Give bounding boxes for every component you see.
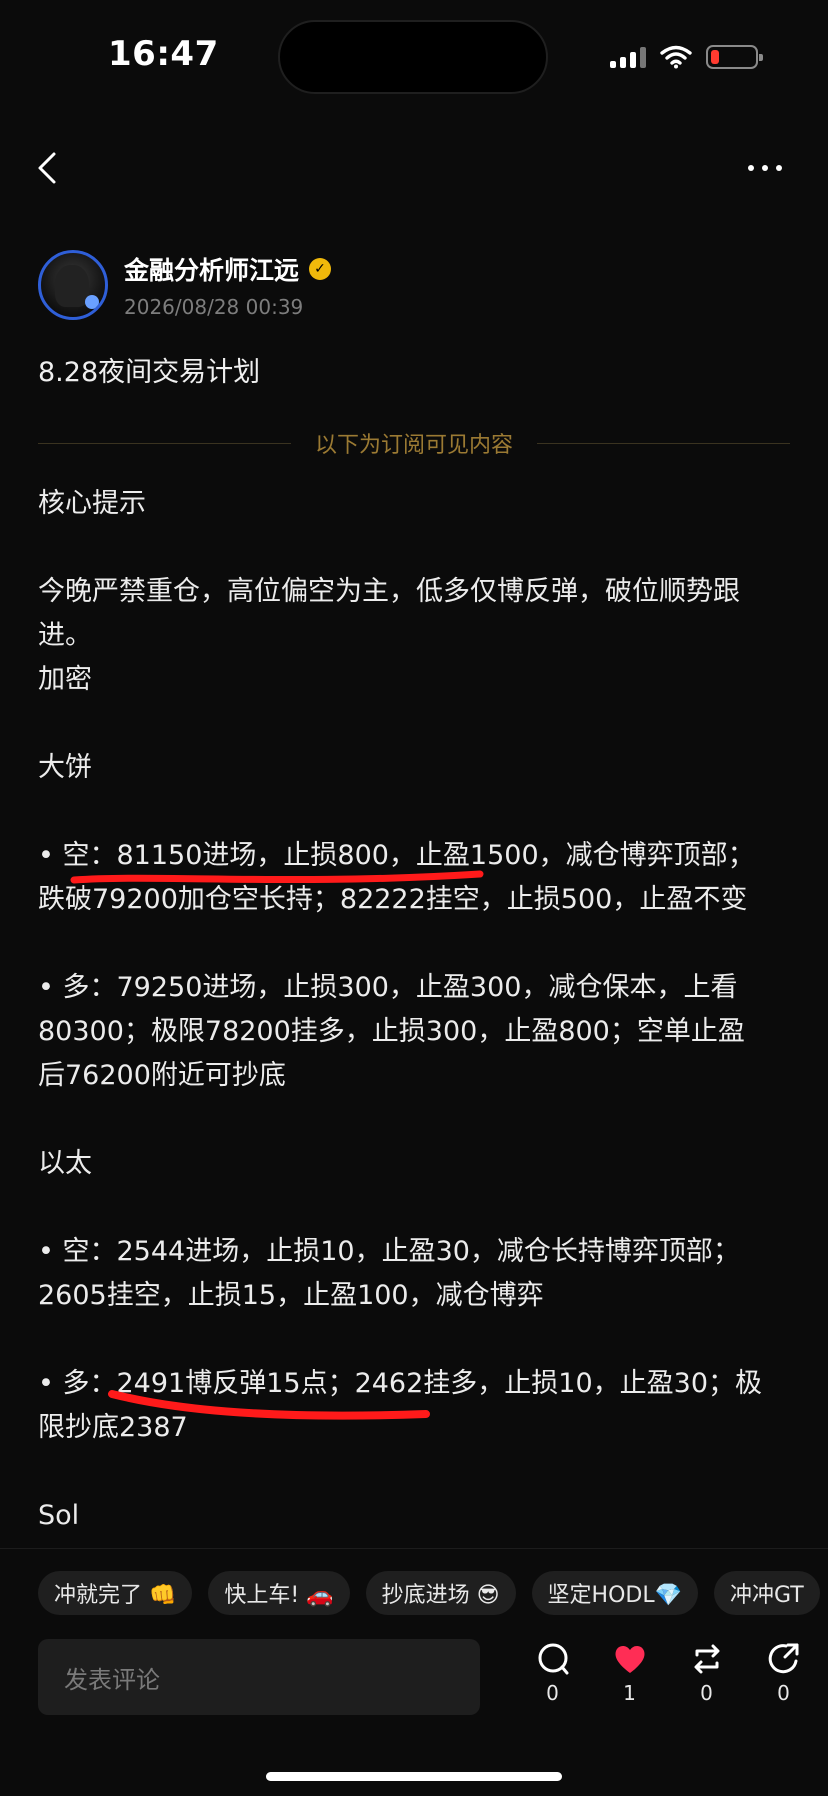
back-button[interactable]: [36, 148, 66, 188]
reaction-chip[interactable]: 冲就完了 👊: [38, 1571, 193, 1615]
repost-button[interactable]: 0: [668, 1641, 745, 1705]
share-button[interactable]: 0: [745, 1641, 822, 1705]
subscriber-divider: 以下为订阅可见内容: [38, 425, 791, 461]
more-dot-icon: [776, 165, 782, 171]
comment-input[interactable]: 发表评论: [38, 1639, 480, 1715]
bottom-bar: 冲就完了 👊 快上车! 🚗 抄底进场 😎 坚定HODL💎 冲冲GT 发表评论 0…: [0, 1548, 828, 1796]
paragraph-line: 进。: [38, 620, 92, 651]
more-dot-icon: [748, 165, 754, 171]
paragraph-line: 今晚严禁重仓，高位偏空为主，低多仅博反弹，破位顺势跟: [38, 576, 740, 607]
status-time: 16:47: [108, 34, 219, 74]
reaction-chip[interactable]: 抄底进场 😎: [365, 1571, 516, 1615]
red-underline-annotation: [108, 1390, 430, 1420]
post-title: 8.28夜间交易计划: [38, 357, 261, 388]
cellular-signal-icon: [610, 46, 646, 68]
share-icon: [768, 1643, 798, 1674]
comment-icon: [538, 1643, 568, 1675]
reaction-chip[interactable]: 冲冲GT: [714, 1571, 820, 1615]
comment-button[interactable]: 0: [514, 1641, 591, 1705]
like-count: 1: [623, 1681, 636, 1705]
paragraph-line: • 空：2544进场，止损10，止盈30，减仓长持博弈顶部；: [38, 1236, 740, 1267]
post-timestamp: 2026/08/28 00:39: [124, 295, 304, 319]
post-actions: 0 1 0 0: [514, 1641, 822, 1705]
status-bar: 16:47: [0, 0, 828, 110]
author-info: 金融分析师江远 ✓ 2026/08/28 00:39: [124, 251, 332, 319]
section-heading: 核心提示: [38, 488, 146, 519]
comment-count: 0: [546, 1681, 559, 1705]
subscriber-divider-label: 以下为订阅可见内容: [315, 433, 514, 458]
wifi-icon: [660, 45, 692, 69]
repost-count: 0: [700, 1681, 713, 1705]
reaction-chip[interactable]: 快上车! 🚗: [208, 1571, 350, 1615]
section-heading: 加密: [38, 664, 92, 695]
reaction-chip[interactable]: 坚定HODL💎: [531, 1571, 698, 1615]
like-button[interactable]: 1: [591, 1641, 668, 1705]
paragraph-line: 后76200附近可抄底: [38, 1060, 286, 1091]
divider-line: [38, 442, 291, 444]
more-options-button[interactable]: [740, 148, 790, 188]
red-underline-annotation: [70, 870, 484, 884]
author-header: 金融分析师江远 ✓ 2026/08/28 00:39: [38, 250, 332, 320]
author-name[interactable]: 金融分析师江远: [124, 251, 299, 287]
annotation-stroke: [108, 1390, 430, 1420]
heart-icon: [615, 1645, 644, 1673]
chevron-left-icon: [38, 152, 56, 184]
home-indicator[interactable]: [266, 1772, 562, 1781]
verified-badge-icon: ✓: [309, 258, 332, 280]
share-count: 0: [777, 1681, 790, 1705]
section-heading: 大饼: [38, 752, 92, 783]
author-name-row: 金融分析师江远 ✓: [124, 251, 332, 287]
section-heading: Sol: [38, 1500, 80, 1531]
more-dot-icon: [762, 165, 768, 171]
paragraph-line: 2605挂空，止损15，止盈100，减仓博弈: [38, 1280, 544, 1311]
paragraph-line: 80300；极限78200挂多，止损300，止盈800；空单止盈: [38, 1016, 745, 1047]
section-heading: 以太: [38, 1148, 92, 1179]
paragraph-line: • 多：79250进场，止损300，止盈300，减仓保本，上看: [38, 972, 738, 1003]
divider-line: [537, 442, 791, 444]
post-body: 核心提示 今晚严禁重仓，高位偏空为主，低多仅博反弹，破位顺势跟 进。 加密 大饼…: [38, 482, 798, 1538]
status-icons: [610, 40, 763, 74]
repost-icon: [694, 1644, 719, 1674]
quick-reactions: 冲就完了 👊 快上车! 🚗 抄底进场 😎 坚定HODL💎 冲冲GT: [38, 1571, 820, 1615]
dynamic-island: [278, 20, 548, 94]
avatar[interactable]: [38, 250, 108, 320]
annotation-stroke: [70, 870, 484, 884]
battery-icon: [706, 45, 763, 69]
